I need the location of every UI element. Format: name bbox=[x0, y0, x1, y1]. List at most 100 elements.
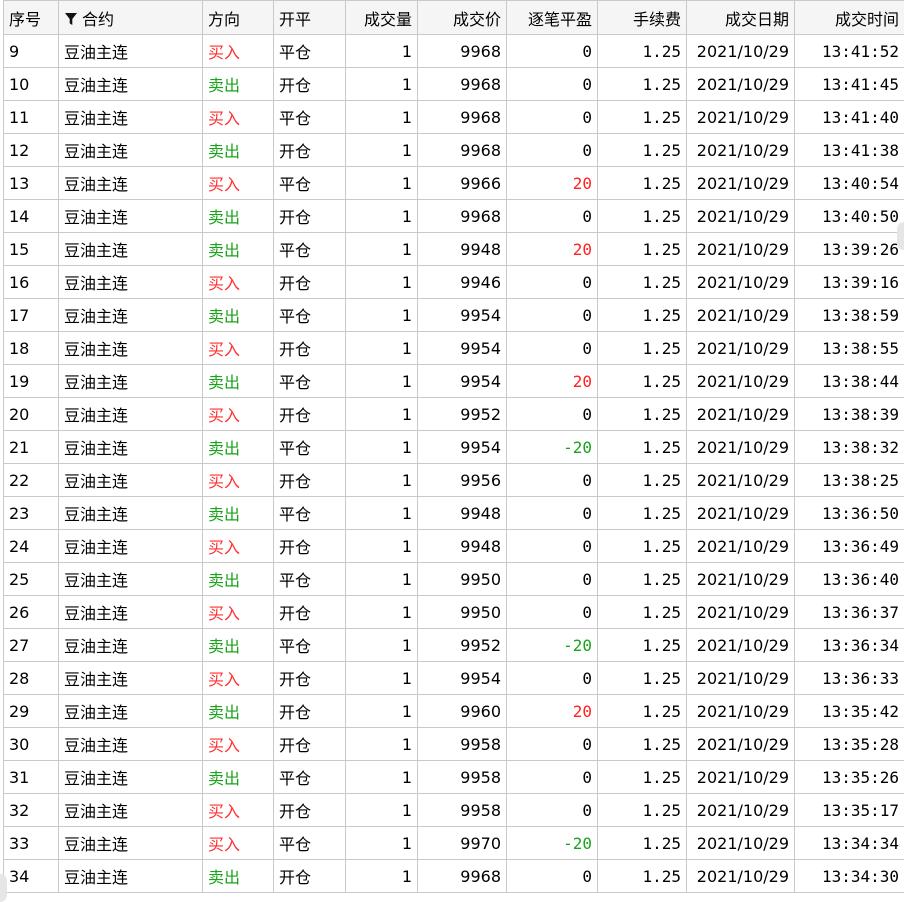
table-row[interactable]: 28豆油主连买入开仓1995401.252021/10/2913:36:33 bbox=[4, 662, 904, 695]
date-cell: 2021/10/29 bbox=[687, 629, 795, 662]
openclose-cell: 平仓 bbox=[274, 167, 346, 200]
table-row[interactable]: 29豆油主连卖出开仓19960201.252021/10/2913:35:42 bbox=[4, 695, 904, 728]
table-row[interactable]: 17豆油主连卖出平仓1995401.252021/10/2913:38:59 bbox=[4, 299, 904, 332]
table-row[interactable]: 19豆油主连卖出平仓19954201.252021/10/2913:38:44 bbox=[4, 365, 904, 398]
price-cell: 9966 bbox=[418, 167, 507, 200]
table-row[interactable]: 12豆油主连卖出开仓1996801.252021/10/2913:41:38 bbox=[4, 134, 904, 167]
table-row[interactable]: 10豆油主连卖出开仓1996801.252021/10/2913:41:45 bbox=[4, 68, 904, 101]
seq-cell: 15 bbox=[4, 233, 59, 266]
fee-cell: 1.25 bbox=[598, 200, 687, 233]
seq-cell: 20 bbox=[4, 398, 59, 431]
col-header-direction[interactable]: 方向 bbox=[203, 1, 274, 35]
time-cell: 13:38:39 bbox=[795, 398, 904, 431]
table-row[interactable]: 33豆油主连买入平仓19970-201.252021/10/2913:34:34 bbox=[4, 827, 904, 860]
table-row[interactable]: 24豆油主连买入开仓1994801.252021/10/2913:36:49 bbox=[4, 530, 904, 563]
table-row[interactable]: 27豆油主连卖出平仓19952-201.252021/10/2913:36:34 bbox=[4, 629, 904, 662]
table-row[interactable]: 32豆油主连买入开仓1995801.252021/10/2913:35:17 bbox=[4, 794, 904, 827]
col-header-time[interactable]: 成交时间 bbox=[795, 1, 904, 35]
date-cell: 2021/10/29 bbox=[687, 266, 795, 299]
price-cell: 9954 bbox=[418, 332, 507, 365]
price-cell: 9968 bbox=[418, 134, 507, 167]
time-cell: 13:41:45 bbox=[795, 68, 904, 101]
table-row[interactable]: 18豆油主连买入开仓1995401.252021/10/2913:38:55 bbox=[4, 332, 904, 365]
direction-cell: 卖出 bbox=[203, 68, 274, 101]
table-row[interactable]: 9豆油主连买入平仓1996801.252021/10/2913:41:52 bbox=[4, 35, 904, 68]
pnl-cell: 20 bbox=[507, 167, 598, 200]
openclose-cell: 平仓 bbox=[274, 563, 346, 596]
col-header-qty[interactable]: 成交量 bbox=[346, 1, 418, 35]
date-cell: 2021/10/29 bbox=[687, 365, 795, 398]
price-cell: 9952 bbox=[418, 398, 507, 431]
openclose-cell: 开仓 bbox=[274, 695, 346, 728]
date-cell: 2021/10/29 bbox=[687, 695, 795, 728]
time-cell: 13:36:37 bbox=[795, 596, 904, 629]
table-row[interactable]: 30豆油主连买入开仓1995801.252021/10/2913:35:28 bbox=[4, 728, 904, 761]
openclose-cell: 平仓 bbox=[274, 365, 346, 398]
openclose-cell: 平仓 bbox=[274, 233, 346, 266]
contract-cell: 豆油主连 bbox=[59, 134, 203, 167]
date-cell: 2021/10/29 bbox=[687, 134, 795, 167]
table-row[interactable]: 15豆油主连卖出平仓19948201.252021/10/2913:39:26 bbox=[4, 233, 904, 266]
col-header-price[interactable]: 成交价 bbox=[418, 1, 507, 35]
col-header-contract[interactable]: 合约 bbox=[59, 1, 203, 35]
qty-cell: 1 bbox=[346, 860, 418, 893]
table-row[interactable]: 20豆油主连买入开仓1995201.252021/10/2913:38:39 bbox=[4, 398, 904, 431]
table-row[interactable]: 16豆油主连买入开仓1994601.252021/10/2913:39:16 bbox=[4, 266, 904, 299]
fee-cell: 1.25 bbox=[598, 266, 687, 299]
price-cell: 9958 bbox=[418, 794, 507, 827]
fee-cell: 1.25 bbox=[598, 860, 687, 893]
direction-cell: 卖出 bbox=[203, 200, 274, 233]
table-row[interactable]: 31豆油主连卖出平仓1995801.252021/10/2913:35:26 bbox=[4, 761, 904, 794]
fee-cell: 1.25 bbox=[598, 629, 687, 662]
table-row[interactable]: 14豆油主连卖出开仓1996801.252021/10/2913:40:50 bbox=[4, 200, 904, 233]
qty-cell: 1 bbox=[346, 563, 418, 596]
time-cell: 13:38:32 bbox=[795, 431, 904, 464]
table-row[interactable]: 11豆油主连买入平仓1996801.252021/10/2913:41:40 bbox=[4, 101, 904, 134]
time-cell: 13:34:30 bbox=[795, 860, 904, 893]
table-row[interactable]: 25豆油主连卖出平仓1995001.252021/10/2913:36:40 bbox=[4, 563, 904, 596]
seq-cell: 9 bbox=[4, 35, 59, 68]
price-cell: 9954 bbox=[418, 431, 507, 464]
time-cell: 13:35:26 bbox=[795, 761, 904, 794]
openclose-cell: 平仓 bbox=[274, 761, 346, 794]
direction-cell: 卖出 bbox=[203, 695, 274, 728]
contract-cell: 豆油主连 bbox=[59, 266, 203, 299]
col-header-openclose[interactable]: 开平 bbox=[274, 1, 346, 35]
date-cell: 2021/10/29 bbox=[687, 398, 795, 431]
time-cell: 13:41:52 bbox=[795, 35, 904, 68]
date-cell: 2021/10/29 bbox=[687, 827, 795, 860]
col-header-seq[interactable]: 序号 bbox=[4, 1, 59, 35]
seq-cell: 25 bbox=[4, 563, 59, 596]
price-cell: 9950 bbox=[418, 563, 507, 596]
right-edge-handle[interactable] bbox=[897, 222, 904, 250]
filter-icon[interactable] bbox=[64, 12, 78, 26]
qty-cell: 1 bbox=[346, 299, 418, 332]
contract-cell: 豆油主连 bbox=[59, 431, 203, 464]
time-cell: 13:36:33 bbox=[795, 662, 904, 695]
fee-cell: 1.25 bbox=[598, 101, 687, 134]
price-cell: 9960 bbox=[418, 695, 507, 728]
qty-cell: 1 bbox=[346, 431, 418, 464]
fee-cell: 1.25 bbox=[598, 68, 687, 101]
left-edge-handle[interactable] bbox=[0, 874, 7, 902]
col-header-pnl[interactable]: 逐笔平盈 bbox=[507, 1, 598, 35]
contract-cell: 豆油主连 bbox=[59, 68, 203, 101]
pnl-cell: 0 bbox=[507, 398, 598, 431]
col-header-date[interactable]: 成交日期 bbox=[687, 1, 795, 35]
table-row[interactable]: 26豆油主连买入开仓1995001.252021/10/2913:36:37 bbox=[4, 596, 904, 629]
fee-cell: 1.25 bbox=[598, 530, 687, 563]
pnl-cell: 0 bbox=[507, 101, 598, 134]
table-row[interactable]: 22豆油主连买入开仓1995601.252021/10/2913:38:25 bbox=[4, 464, 904, 497]
direction-cell: 买入 bbox=[203, 728, 274, 761]
openclose-cell: 开仓 bbox=[274, 530, 346, 563]
time-cell: 13:35:17 bbox=[795, 794, 904, 827]
table-row[interactable]: 13豆油主连买入平仓19966201.252021/10/2913:40:54 bbox=[4, 167, 904, 200]
contract-cell: 豆油主连 bbox=[59, 332, 203, 365]
price-cell: 9950 bbox=[418, 596, 507, 629]
col-header-fee[interactable]: 手续费 bbox=[598, 1, 687, 35]
table-row[interactable]: 34豆油主连卖出开仓1996801.252021/10/2913:34:30 bbox=[4, 860, 904, 893]
table-row[interactable]: 21豆油主连卖出平仓19954-201.252021/10/2913:38:32 bbox=[4, 431, 904, 464]
table-row[interactable]: 23豆油主连卖出平仓1994801.252021/10/2913:36:50 bbox=[4, 497, 904, 530]
pnl-cell: 0 bbox=[507, 596, 598, 629]
fee-cell: 1.25 bbox=[598, 398, 687, 431]
